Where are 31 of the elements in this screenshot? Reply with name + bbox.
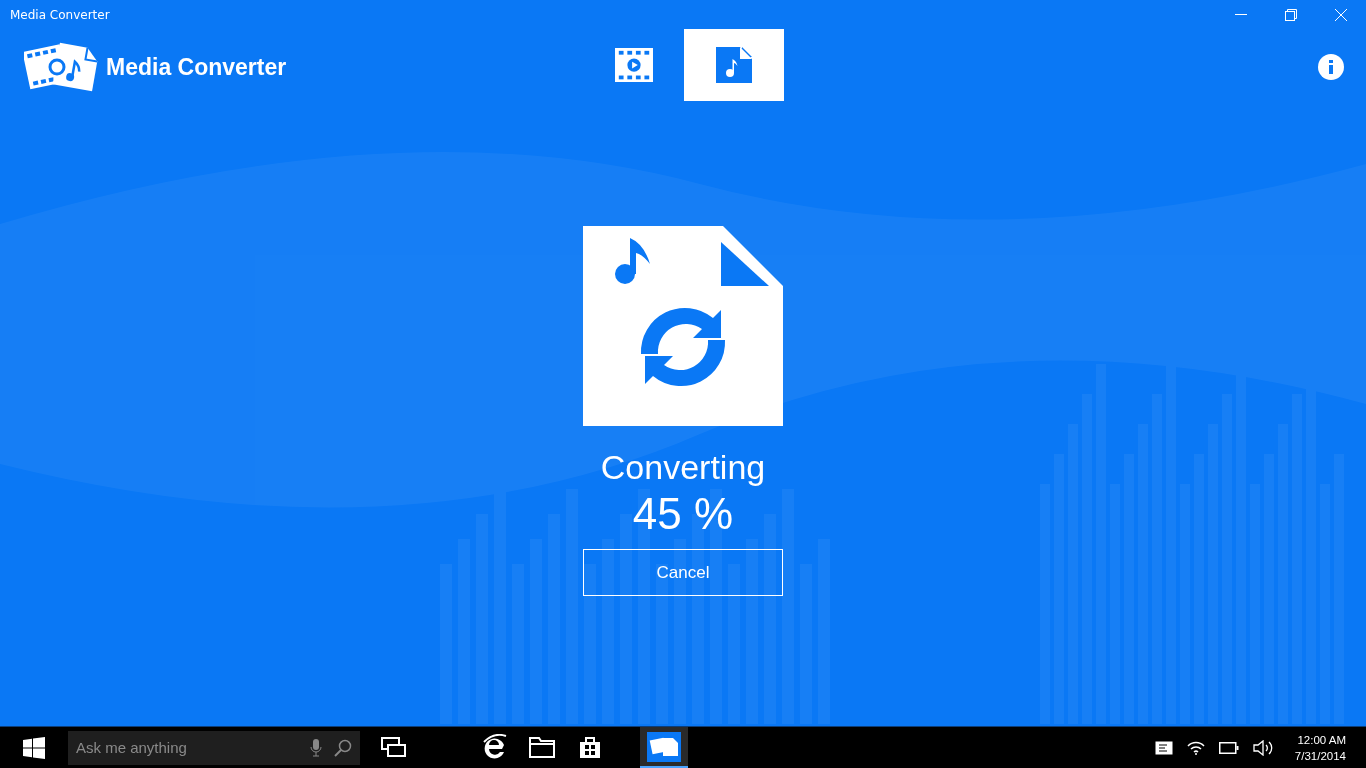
status-label: Converting — [600, 448, 766, 487]
taskbar-app[interactable] — [640, 727, 688, 768]
wifi-icon[interactable] — [1186, 740, 1205, 755]
microphone-icon — [310, 738, 322, 757]
windows-logo-icon — [23, 736, 45, 759]
battery-icon[interactable] — [1218, 741, 1239, 754]
music-file-icon — [716, 47, 752, 83]
restore-icon — [1285, 9, 1297, 21]
search-icon — [334, 738, 352, 757]
app-name: Media Converter — [106, 53, 287, 81]
app-logo-icon — [24, 42, 98, 92]
app-logo-icon — [647, 731, 681, 762]
tab[interactable] — [684, 29, 784, 101]
cancel-button[interactable]: Cancel — [583, 549, 783, 596]
search-field[interactable]: Ask me anything — [68, 730, 360, 765]
clock-time: 12:00 AM — [1297, 732, 1346, 748]
store-bag-icon — [578, 734, 602, 759]
task-view-icon — [381, 736, 407, 757]
film-icon — [615, 47, 653, 83]
minimize-icon — [1235, 14, 1247, 16]
browser-e-icon — [481, 733, 507, 760]
notification-icon[interactable] — [1154, 740, 1173, 755]
close-icon — [1335, 9, 1347, 21]
window-title: Media Converter — [10, 8, 111, 22]
speaker-icon[interactable] — [1252, 739, 1273, 756]
progress-percent: 45 % — [632, 489, 734, 539]
folder-icon — [529, 735, 555, 758]
music-file-convert-icon — [583, 226, 783, 426]
clock-date: 7/31/2014 — [1294, 748, 1346, 764]
info-button[interactable] — [1318, 54, 1344, 80]
info-icon — [1328, 60, 1334, 74]
